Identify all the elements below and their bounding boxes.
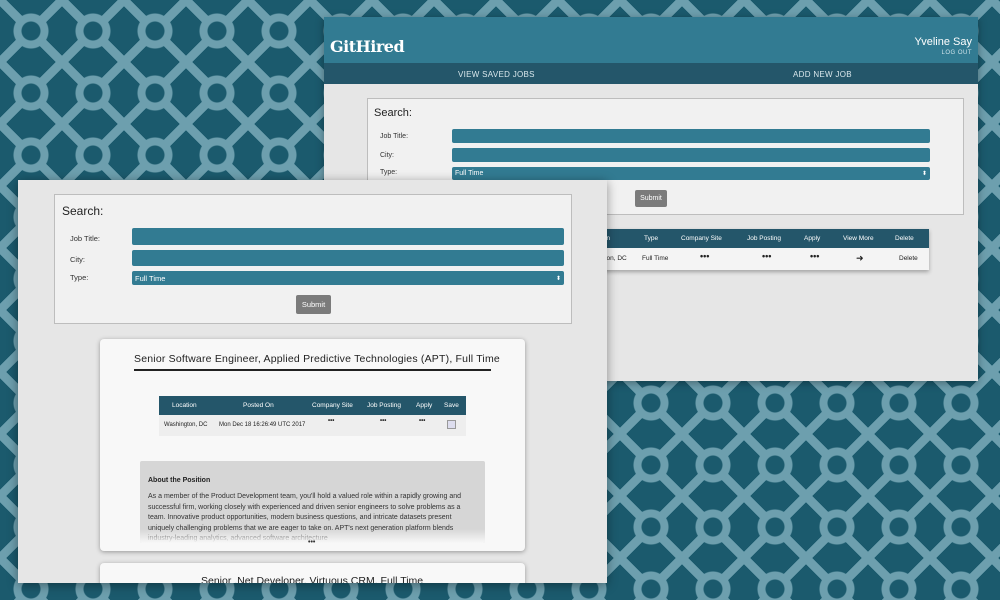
search-title: Search: <box>374 107 412 119</box>
search-title: Search: <box>62 204 104 218</box>
job-card: Senior Software Engineer, Applied Predic… <box>100 339 525 551</box>
header-apply: Apply <box>804 235 821 242</box>
submit-button[interactable]: Submit <box>635 190 667 207</box>
apply-link[interactable]: ••• <box>419 418 425 424</box>
table-header: ation Type Company Site Job Posting Appl… <box>594 229 929 248</box>
table-row: Washington, DC Mon Dec 18 16:26:49 UTC 2… <box>159 415 466 436</box>
select-arrow-icon: ⬍ <box>555 275 561 282</box>
type-select[interactable]: Full Time ⬍ <box>452 167 930 180</box>
delete-button[interactable]: Delete <box>899 255 918 262</box>
header-apply: Apply <box>416 402 433 409</box>
front-browser-window: Search: Job Title: City: Type: Full Time… <box>18 180 607 583</box>
header-view-more: View More <box>843 235 874 242</box>
type-label: Type: <box>70 273 89 282</box>
city-label: City: <box>380 152 394 159</box>
row-location: Washington, DC <box>164 422 208 428</box>
job-title: Senior Software Engineer, Applied Predic… <box>134 353 500 365</box>
header-posted-on: Posted On <box>243 402 274 409</box>
header-save: Save <box>444 402 459 409</box>
header-company-site: Company Site <box>312 402 353 409</box>
apply-link[interactable]: ••• <box>810 251 819 261</box>
header-company-site: Company Site <box>681 235 722 242</box>
header-delete: Delete <box>895 235 914 242</box>
about-position-section: About the Position As a member of the Pr… <box>140 461 485 543</box>
table-header: Location Posted On Company Site Job Post… <box>159 396 466 415</box>
type-select-value: Full Time <box>135 273 166 283</box>
table-row: ington, DC Full Time ••• ••• ••• ➜ Delet… <box>594 248 929 270</box>
header-job-posting: Job Posting <box>367 402 401 409</box>
select-arrow-icon: ⬍ <box>921 171 927 177</box>
header-location: Location <box>172 402 197 409</box>
add-new-job-link[interactable]: ADD NEW JOB <box>793 70 852 79</box>
type-label: Type: <box>380 169 398 176</box>
logout-link[interactable]: LOG OUT <box>941 50 972 56</box>
user-name: Yveline Say <box>914 36 972 48</box>
row-type: Full Time <box>642 255 669 262</box>
job-details-table: Location Posted On Company Site Job Post… <box>159 396 466 436</box>
city-label: City: <box>70 255 85 264</box>
header-type: Type <box>644 235 659 242</box>
company-site-link[interactable]: ••• <box>328 418 334 424</box>
app-logo[interactable]: GitHired <box>330 37 405 56</box>
city-input[interactable] <box>452 148 930 162</box>
submit-button[interactable]: Submit <box>296 295 331 314</box>
job-title-label: Job Title: <box>380 133 409 140</box>
results-table: ation Type Company Site Job Posting Appl… <box>594 229 929 270</box>
job-posting-link[interactable]: ••• <box>762 251 771 261</box>
city-input[interactable] <box>132 250 564 266</box>
header-job-posting: Job Posting <box>747 235 781 242</box>
view-saved-jobs-link[interactable]: VIEW SAVED JOBS <box>458 70 535 79</box>
title-underline <box>134 369 491 371</box>
about-title: About the Position <box>148 477 211 484</box>
row-posted-on: Mon Dec 18 16:26:49 UTC 2017 <box>219 422 306 428</box>
nav-bar: VIEW SAVED JOBS ADD NEW JOB <box>324 63 978 84</box>
save-image-icon[interactable] <box>447 420 456 429</box>
company-site-link[interactable]: ••• <box>700 251 709 261</box>
app-header: GitHired Yveline Say LOG OUT <box>324 17 978 63</box>
type-select-value: Full Time <box>455 170 484 177</box>
search-panel: Search: Job Title: City: Type: Full Time… <box>54 194 572 324</box>
job-title-input[interactable] <box>132 228 564 245</box>
expand-more-link[interactable]: ••• <box>308 539 315 546</box>
job-posting-link[interactable]: ••• <box>380 418 386 424</box>
job-title: Senior .Net Developer, Virtuous CRM, Ful… <box>201 575 424 583</box>
job-title-input[interactable] <box>452 129 930 143</box>
job-card: Senior .Net Developer, Virtuous CRM, Ful… <box>100 563 525 583</box>
job-title-label: Job Title: <box>70 234 101 243</box>
view-more-icon[interactable]: ➜ <box>856 253 864 264</box>
type-select[interactable]: Full Time ⬍ <box>132 271 564 285</box>
